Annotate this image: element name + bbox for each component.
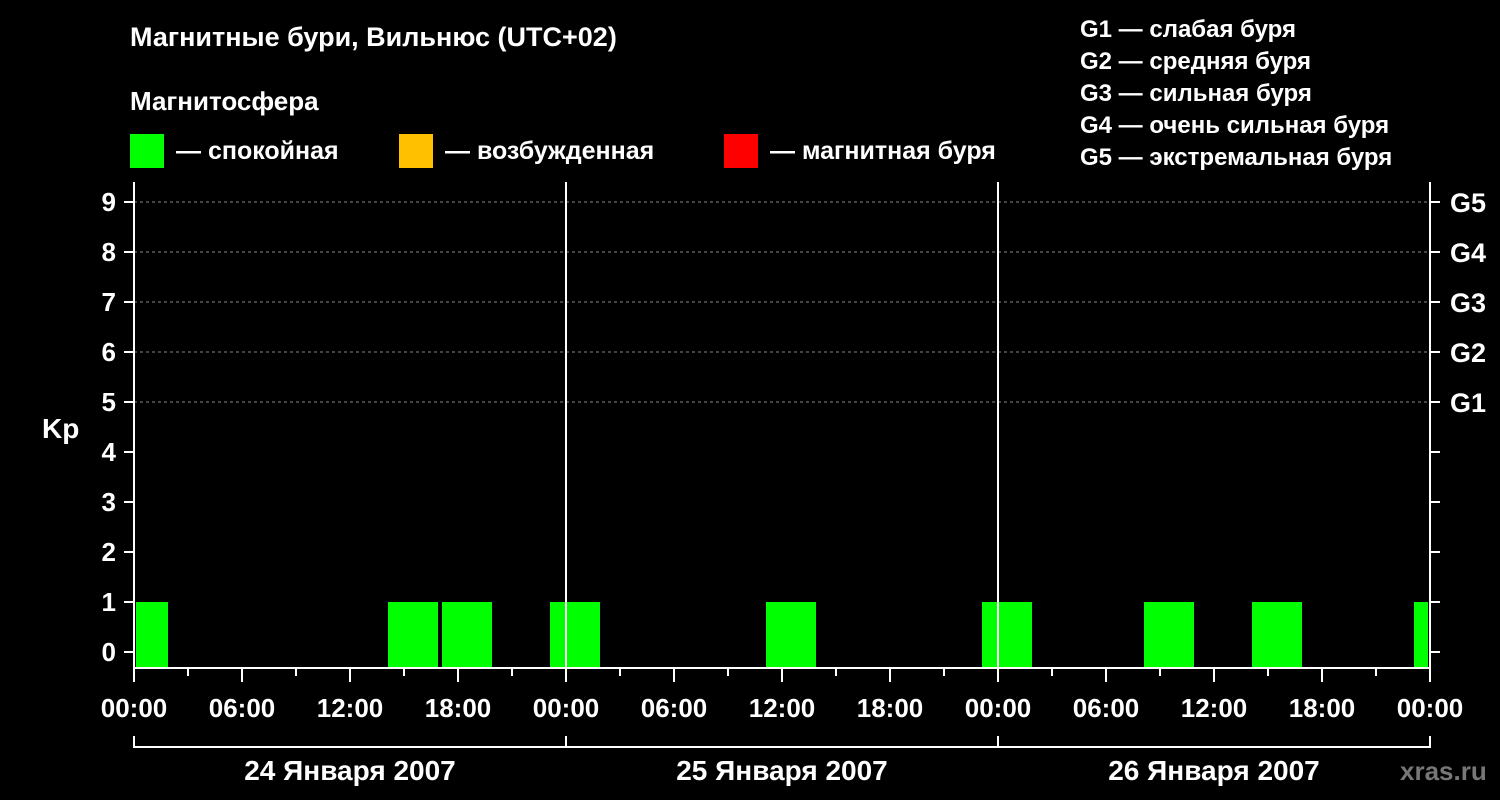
- g-level-label: G5: [1450, 188, 1486, 218]
- g-level-label: G4: [1450, 238, 1486, 268]
- y-tick-label: 3: [102, 487, 116, 517]
- x-tick-label: 12:00: [749, 693, 816, 723]
- y-tick-label: 6: [102, 337, 116, 367]
- day-label: 25 Января 2007: [676, 755, 888, 786]
- x-tick-label: 18:00: [857, 693, 924, 723]
- x-tick-label: 00:00: [965, 693, 1032, 723]
- x-tick-label: 06:00: [1073, 693, 1140, 723]
- kp-bar: [1252, 602, 1302, 668]
- y-tick-label: 1: [102, 587, 116, 617]
- y-tick-label: 4: [102, 437, 117, 467]
- day-label: 26 Января 2007: [1108, 755, 1320, 786]
- g-level-label: G1: [1450, 388, 1486, 418]
- day-label: 24 Января 2007: [244, 755, 456, 786]
- x-tick-label: 00:00: [533, 693, 600, 723]
- x-tick-label: 12:00: [317, 693, 384, 723]
- kp-bar: [136, 602, 168, 668]
- y-tick-label: 5: [102, 387, 116, 417]
- x-tick-label: 06:00: [641, 693, 708, 723]
- y-axis-label: Kp: [42, 413, 79, 444]
- x-tick-label: 00:00: [1397, 693, 1464, 723]
- g-level-label: G3: [1450, 288, 1486, 318]
- x-tick-label: 06:00: [209, 693, 276, 723]
- y-tick-label: 0: [102, 637, 116, 667]
- kp-bar: [388, 602, 438, 668]
- kp-bar: [550, 602, 600, 668]
- y-tick-label: 8: [102, 237, 116, 267]
- x-tick-label: 18:00: [1289, 693, 1356, 723]
- kp-bar: [1414, 602, 1428, 668]
- y-tick-label: 7: [102, 287, 116, 317]
- g-level-label: G2: [1450, 338, 1486, 368]
- y-tick-label: 2: [102, 537, 116, 567]
- x-tick-label: 18:00: [425, 693, 492, 723]
- x-tick-label: 12:00: [1181, 693, 1248, 723]
- x-tick-label: 00:00: [101, 693, 168, 723]
- kp-bar: [766, 602, 816, 668]
- kp-bar: [982, 602, 1032, 668]
- kp-bar: [1144, 602, 1194, 668]
- watermark: xras.ru: [1400, 756, 1487, 786]
- kp-chart: 0 1 2 3 4 5 6 7 8 9 G1 G2 G3 G4 G5 Kp 00:00 06:00 12:00 18:…: [42, 182, 1486, 786]
- y-tick-label: 9: [102, 187, 116, 217]
- kp-bar: [442, 602, 492, 668]
